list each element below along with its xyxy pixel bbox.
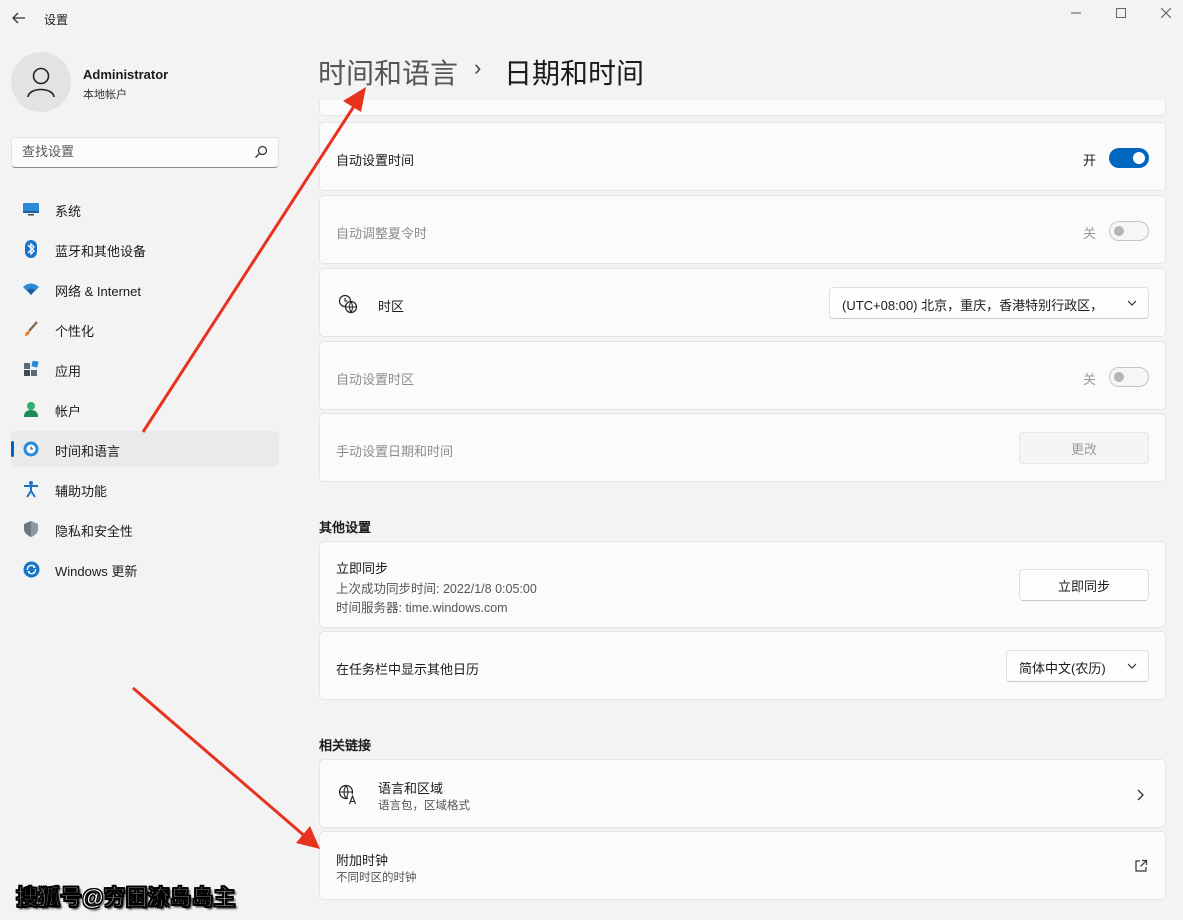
language-region-link[interactable]: 语言和区域 语言包，区域格式 bbox=[319, 759, 1166, 828]
arrowhead-down bbox=[296, 826, 320, 849]
calendar-card: 在任务栏中显示其他日历 简体中文(农历) bbox=[319, 631, 1166, 700]
calendar-dropdown[interactable]: 简体中文(农历) bbox=[1006, 650, 1149, 682]
language-region-label: 语言和区域 bbox=[378, 781, 444, 796]
chevron-down-icon bbox=[1127, 300, 1137, 306]
sidebar-item-time-language[interactable]: 时间和语言 bbox=[11, 431, 279, 467]
monitor-icon bbox=[22, 200, 40, 218]
sidebar-item-label: 系统 bbox=[55, 204, 82, 219]
breadcrumb-parent[interactable]: 时间和语言 bbox=[318, 52, 458, 92]
language-icon bbox=[338, 784, 360, 809]
shield-icon bbox=[22, 520, 40, 538]
sidebar-item-label: 时间和语言 bbox=[55, 444, 121, 459]
sidebar-item-label: 网络 & Internet bbox=[55, 284, 141, 299]
auto-time-toggle[interactable] bbox=[1109, 148, 1149, 168]
avatar[interactable] bbox=[11, 52, 71, 112]
update-icon bbox=[22, 560, 40, 578]
brush-icon bbox=[22, 320, 40, 338]
additional-clocks-sub: 不同时区的时钟 bbox=[336, 872, 417, 884]
sidebar-item-windows-update[interactable]: Windows 更新 bbox=[11, 551, 279, 587]
external-link-icon bbox=[1135, 859, 1148, 872]
sidebar-item-privacy[interactable]: 隐私和安全性 bbox=[11, 511, 279, 547]
sidebar-item-bluetooth[interactable]: 蓝牙和其他设备 bbox=[11, 231, 279, 267]
chevron-down-icon bbox=[1127, 663, 1137, 669]
auto-dst-card: 自动调整夏令时 关 bbox=[319, 195, 1166, 264]
bluetooth-icon bbox=[22, 240, 40, 258]
toggle-knob bbox=[1133, 152, 1145, 164]
auto-time-state: 开 bbox=[1083, 153, 1097, 168]
wifi-icon bbox=[22, 280, 40, 298]
auto-timezone-state: 关 bbox=[1083, 372, 1097, 387]
sidebar-item-label: 隐私和安全性 bbox=[55, 524, 134, 539]
sidebar-item-label: Windows 更新 bbox=[55, 564, 138, 579]
watermark: 搜狐号@穷困潦岛岛主 bbox=[16, 885, 236, 911]
account-type: 本地帐户 bbox=[83, 89, 127, 101]
maximize-icon bbox=[1116, 8, 1126, 18]
arrow-to-clocks bbox=[132, 686, 308, 840]
calendar-value: 简体中文(农历) bbox=[1019, 661, 1106, 676]
accessibility-icon bbox=[22, 480, 40, 498]
search-input[interactable] bbox=[22, 144, 242, 159]
related-links-heading: 相关链接 bbox=[319, 738, 372, 753]
change-button[interactable]: 更改 bbox=[1019, 432, 1149, 464]
sidebar-item-label: 蓝牙和其他设备 bbox=[55, 244, 147, 259]
sidebar-item-label: 辅助功能 bbox=[55, 484, 108, 499]
auto-time-label: 自动设置时间 bbox=[336, 153, 415, 168]
timezone-card: 时区 (UTC+08:00) 北京，重庆，香港特别行政区， bbox=[319, 268, 1166, 337]
manual-datetime-label: 手动设置日期和时间 bbox=[336, 444, 454, 459]
toggle-knob bbox=[1114, 372, 1124, 382]
additional-clocks-link[interactable]: 附加时钟 不同时区的时钟 bbox=[319, 831, 1166, 900]
auto-dst-toggle[interactable] bbox=[1109, 221, 1149, 241]
sidebar-item-label: 帐户 bbox=[55, 404, 82, 419]
user-icon bbox=[27, 67, 55, 98]
last-sync-text: 上次成功同步时间: 2022/1/8 0:05:00 bbox=[336, 582, 537, 596]
back-arrow-icon[interactable] bbox=[8, 6, 30, 30]
person-icon bbox=[22, 400, 40, 418]
auto-time-card: 自动设置时间 开 bbox=[319, 122, 1166, 191]
title-bar: 设置 bbox=[0, 0, 1183, 38]
close-button[interactable] bbox=[1143, 2, 1183, 24]
auto-dst-state: 关 bbox=[1083, 226, 1097, 241]
sidebar-item-label: 应用 bbox=[55, 364, 82, 379]
minimize-button[interactable] bbox=[1053, 2, 1099, 24]
sync-card: 立即同步 上次成功同步时间: 2022/1/8 0:05:00 时间服务器: t… bbox=[319, 541, 1166, 628]
timezone-globe-icon bbox=[338, 294, 358, 317]
sidebar-item-apps[interactable]: 应用 bbox=[11, 351, 279, 387]
search-icon[interactable] bbox=[254, 145, 268, 159]
globe-clock-icon bbox=[22, 440, 40, 458]
language-region-sub: 语言包，区域格式 bbox=[378, 800, 470, 812]
chevron-right-icon bbox=[1137, 789, 1144, 801]
page-title: 日期和时间 bbox=[504, 58, 645, 89]
timezone-dropdown[interactable]: (UTC+08:00) 北京，重庆，香港特别行政区， bbox=[829, 287, 1149, 319]
scrolled-card-edge bbox=[319, 100, 1166, 116]
sync-now-button[interactable]: 立即同步 bbox=[1019, 569, 1149, 601]
auto-timezone-label: 自动设置时区 bbox=[336, 372, 415, 387]
breadcrumb-separator: › bbox=[474, 55, 482, 80]
app-title: 设置 bbox=[44, 13, 69, 27]
apps-icon bbox=[22, 360, 40, 378]
toggle-knob bbox=[1114, 226, 1124, 236]
user-name: Administrator bbox=[83, 67, 169, 82]
sidebar-item-accessibility[interactable]: 辅助功能 bbox=[11, 471, 279, 507]
auto-timezone-toggle[interactable] bbox=[1109, 367, 1149, 387]
sidebar-item-network[interactable]: 网络 & Internet bbox=[11, 271, 279, 307]
manual-datetime-card: 手动设置日期和时间 更改 bbox=[319, 413, 1166, 482]
sync-label: 立即同步 bbox=[336, 561, 389, 576]
timezone-value: (UTC+08:00) 北京，重庆，香港特别行政区， bbox=[842, 298, 1104, 313]
time-server-text: 时间服务器: time.windows.com bbox=[336, 601, 508, 615]
auto-dst-label: 自动调整夏令时 bbox=[336, 226, 428, 241]
auto-timezone-card: 自动设置时区 关 bbox=[319, 341, 1166, 410]
additional-clocks-label: 附加时钟 bbox=[336, 853, 389, 868]
sidebar-item-system[interactable]: 系统 bbox=[11, 191, 279, 227]
search-box[interactable] bbox=[11, 137, 279, 168]
other-settings-heading: 其他设置 bbox=[319, 520, 372, 535]
sidebar-item-label: 个性化 bbox=[55, 324, 95, 339]
active-indicator bbox=[11, 441, 14, 457]
calendar-label: 在任务栏中显示其他日历 bbox=[336, 662, 480, 677]
sidebar-item-personalization[interactable]: 个性化 bbox=[11, 311, 279, 347]
timezone-label: 时区 bbox=[378, 299, 405, 314]
sidebar-item-accounts[interactable]: 帐户 bbox=[11, 391, 279, 427]
maximize-button[interactable] bbox=[1098, 2, 1144, 24]
